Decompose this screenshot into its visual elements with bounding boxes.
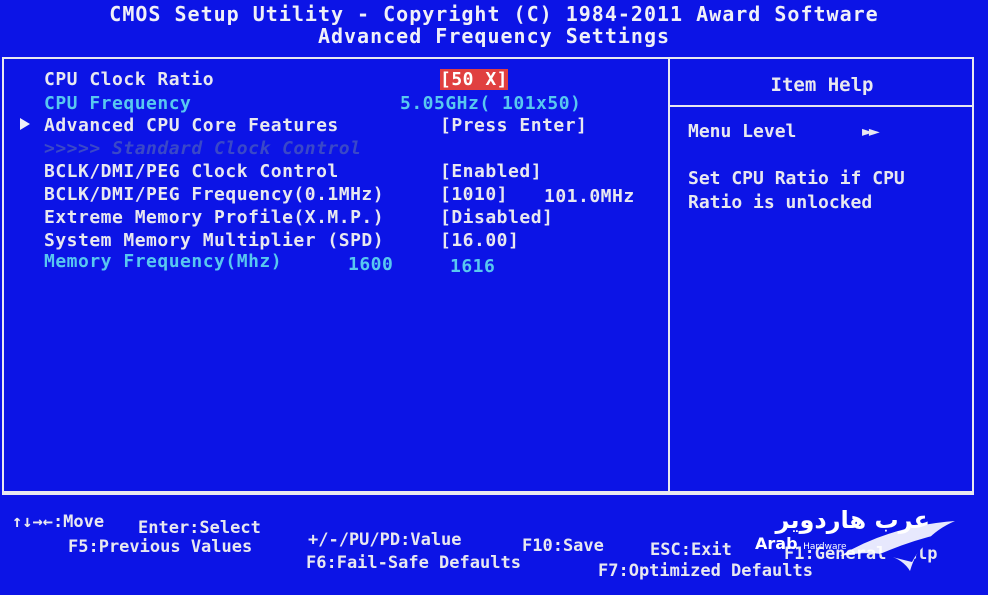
help-text-line2: Ratio is unlocked [688, 192, 873, 213]
standard-clock-control-label: >>>>> Standard Clock Control [44, 138, 362, 159]
logo-english-text: Arab [755, 534, 798, 553]
xmp-label[interactable]: Extreme Memory Profile(X.M.P.) [44, 207, 384, 228]
memory-frequency-actual-value: 1616 [450, 256, 496, 277]
arab-hardware-logo: عرب هاردوير Arab Hardware [750, 506, 960, 576]
footer-exit: ESC:Exit [650, 540, 732, 560]
footer-move: ↑↓→←:Move [12, 512, 105, 532]
footer-save: F10:Save [522, 536, 604, 556]
bclk-frequency-value[interactable]: [1010] [440, 184, 508, 205]
cpu-frequency-value: 5.05GHz( 101x50) [400, 93, 582, 114]
cpu-clock-ratio-label[interactable]: CPU Clock Ratio [44, 69, 214, 90]
memory-frequency-label: Memory Frequency(Mhz) [44, 251, 283, 272]
help-divider [670, 105, 974, 107]
submenu-arrow-icon [20, 118, 30, 130]
menu-level-label: Menu Level [688, 121, 797, 142]
footer-select: Enter:Select [138, 518, 261, 538]
page-title: Advanced Frequency Settings [317, 24, 671, 48]
cpu-frequency-label: CPU Frequency [44, 93, 192, 114]
bclk-frequency-label[interactable]: BCLK/DMI/PEG Frequency(0.1MHz) [44, 184, 384, 205]
item-help-title: Item Help [770, 74, 874, 96]
advanced-cpu-core-value[interactable]: [Press Enter] [440, 115, 587, 136]
cpu-clock-ratio-value[interactable]: [50 X] [440, 69, 509, 90]
help-text-line1: Set CPU Ratio if CPU [688, 168, 905, 189]
bclk-clock-control-value[interactable]: [Enabled] [440, 161, 542, 182]
footer-previous-values: F5:Previous Values [68, 537, 253, 557]
footer-value: +/-/PU/PD:Value [308, 530, 462, 550]
xmp-value[interactable]: [Disabled] [440, 207, 553, 228]
panel-divider [668, 57, 670, 493]
memory-multiplier-value[interactable]: [16.00] [440, 230, 519, 251]
memory-frequency-spd-value: 1600 [348, 254, 394, 275]
memory-multiplier-label[interactable]: System Memory Multiplier (SPD) [44, 230, 384, 251]
bclk-frequency-readout: 101.0MHz [544, 186, 635, 207]
footer-divider [2, 493, 974, 495]
utility-title: CMOS Setup Utility - Copyright (C) 1984-… [109, 2, 879, 26]
logo-swoosh-icon [840, 521, 955, 571]
bclk-clock-control-label[interactable]: BCLK/DMI/PEG Clock Control [44, 161, 339, 182]
menu-level-arrows-icon: ►► [862, 121, 880, 142]
footer-fail-safe: F6:Fail-Safe Defaults [306, 553, 521, 573]
advanced-cpu-core-label[interactable]: Advanced CPU Core Features [44, 115, 339, 136]
